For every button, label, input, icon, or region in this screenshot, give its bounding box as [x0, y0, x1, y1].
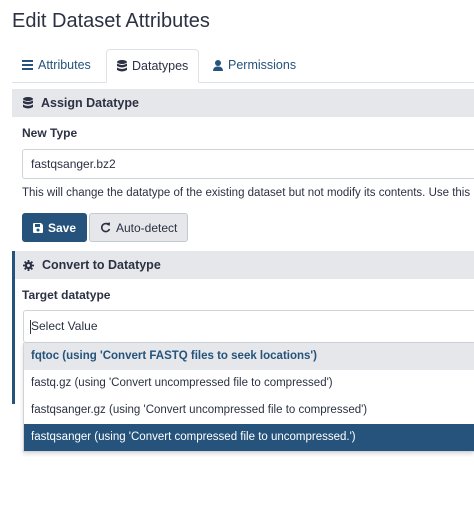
save-button[interactable]: Save	[22, 213, 88, 242]
list-icon	[22, 60, 33, 70]
assign-datatype-header[interactable]: Assign Datatype	[12, 89, 474, 117]
auto-detect-button[interactable]: Auto-detect	[89, 213, 189, 242]
tab-bar: Attributes Datatypes Permissions	[12, 49, 474, 83]
tab-attributes[interactable]: Attributes	[12, 49, 101, 81]
target-datatype-select[interactable]: Select Value	[23, 310, 474, 343]
dropdown-option-selected[interactable]: fastqsanger (using 'Convert compressed f…	[24, 424, 474, 451]
target-datatype-dropdown: fqtoc (using 'Convert FASTQ files to see…	[23, 343, 474, 452]
new-type-label: New Type	[22, 126, 78, 140]
save-icon	[33, 222, 43, 233]
dropdown-option[interactable]: fastq.gz (using 'Convert uncompressed fi…	[24, 370, 474, 397]
gear-icon	[23, 259, 34, 271]
tab-attributes-label: Attributes	[38, 58, 91, 72]
target-datatype-placeholder: Select Value	[31, 319, 98, 333]
new-type-field[interactable]: fastqsanger.bz2	[22, 149, 474, 179]
redo-icon	[100, 222, 111, 233]
tab-permissions-label: Permissions	[228, 58, 297, 72]
save-label: Save	[48, 220, 77, 235]
dropdown-option[interactable]: fqtoc (using 'Convert FASTQ files to see…	[24, 343, 474, 370]
convert-datatype-header[interactable]: Convert to Datatype	[15, 251, 474, 279]
target-datatype-label: Target datatype	[22, 288, 111, 302]
database-icon	[23, 97, 33, 109]
dropdown-option[interactable]: fastqsanger.gz (using 'Convert uncompres…	[24, 397, 474, 424]
tab-permissions[interactable]: Permissions	[203, 49, 306, 81]
convert-datatype-title: Convert to Datatype	[42, 258, 161, 272]
auto-detect-label: Auto-detect	[116, 220, 178, 235]
database-icon	[117, 60, 127, 72]
user-icon	[213, 59, 223, 71]
assign-help-text: This will change the datatype of the exi…	[22, 187, 471, 199]
assign-datatype-title: Assign Datatype	[41, 96, 139, 110]
tab-datatypes[interactable]: Datatypes	[106, 49, 200, 83]
convert-datatype-card: Convert to Datatype	[15, 251, 474, 279]
tab-datatypes-label: Datatypes	[132, 59, 189, 73]
page-title: Edit Dataset Attributes	[12, 10, 210, 32]
